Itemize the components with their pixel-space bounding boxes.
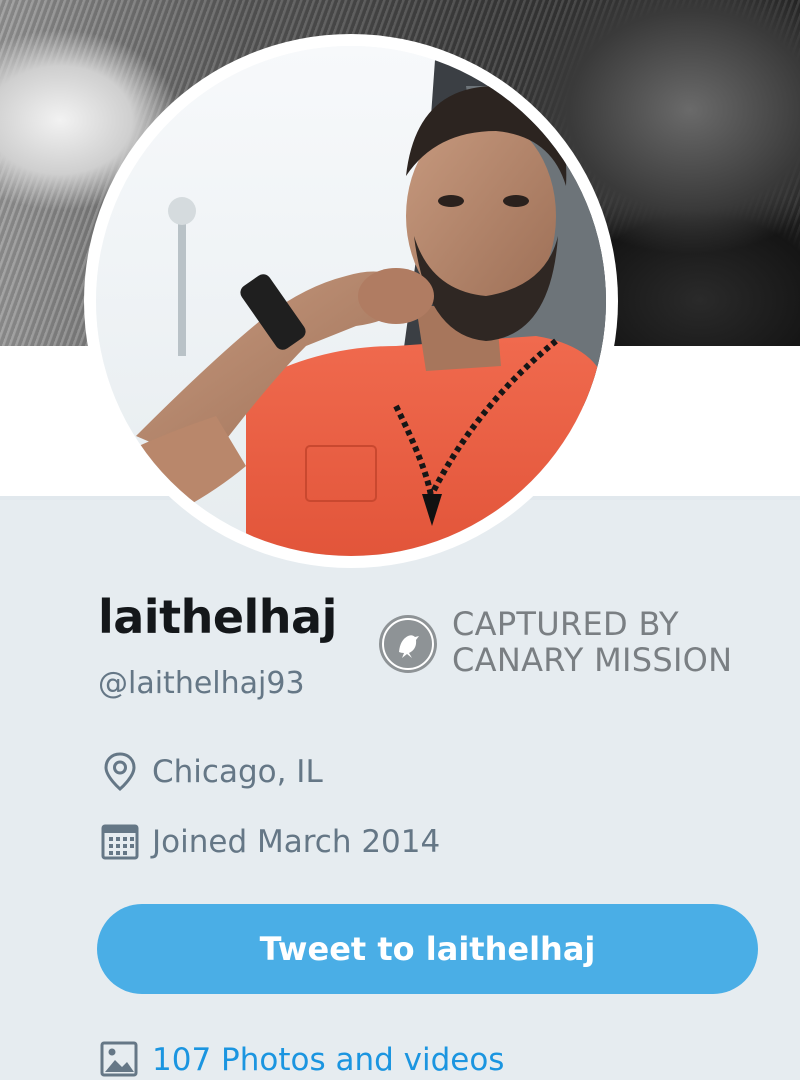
profile-display-name[interactable]: laithelhaj bbox=[98, 592, 337, 643]
location-pin-icon bbox=[100, 750, 140, 794]
watermark: CAPTURED BY CANARY MISSION bbox=[452, 606, 732, 678]
image-icon bbox=[100, 1040, 140, 1080]
profile-handle[interactable]: @laithelhaj93 bbox=[98, 666, 305, 702]
joined-text: Joined March 2014 bbox=[152, 824, 441, 860]
canary-bird-icon bbox=[378, 614, 438, 674]
profile-join-date: Joined March 2014 bbox=[100, 820, 440, 864]
photos-and-videos-link[interactable]: 107 Photos and videos bbox=[100, 1040, 504, 1080]
watermark-line-2: CANARY MISSION bbox=[452, 641, 733, 679]
photos-link-label: 107 Photos and videos bbox=[152, 1042, 505, 1078]
avatar[interactable] bbox=[96, 46, 606, 556]
profile-location: Chicago, IL bbox=[100, 750, 323, 794]
location-text: Chicago, IL bbox=[152, 754, 323, 790]
calendar-icon bbox=[100, 820, 140, 864]
watermark-line-1: CAPTURED BY bbox=[452, 605, 679, 643]
tweet-to-button[interactable]: Tweet to laithelhaj bbox=[97, 904, 758, 994]
